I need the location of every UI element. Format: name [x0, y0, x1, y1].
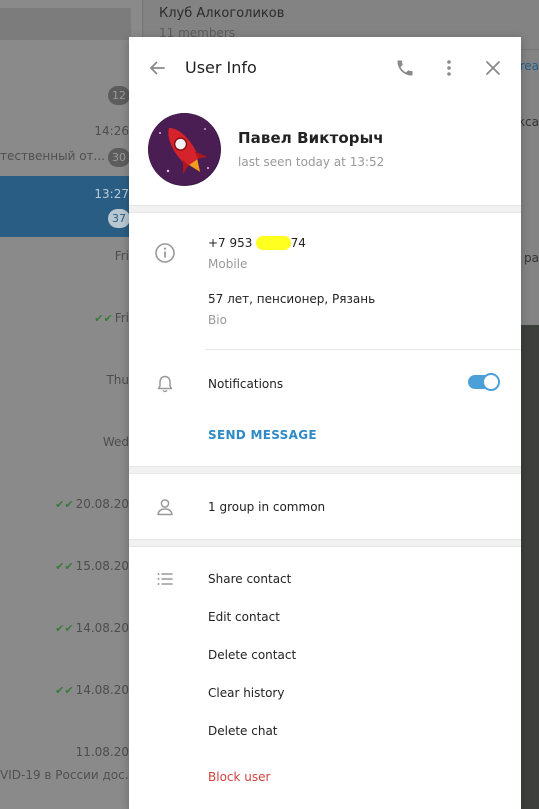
call-button[interactable] — [391, 54, 419, 82]
dialog-titlebar: User Info — [129, 37, 521, 101]
double-check-icon: ✔✔ — [55, 560, 74, 573]
notifications-toggle[interactable] — [468, 373, 500, 391]
close-icon — [486, 61, 500, 75]
groups-in-common-button[interactable]: 1 group in common — [208, 500, 325, 514]
section-separator — [129, 539, 521, 547]
redacted-mark — [256, 236, 291, 250]
section-separator — [129, 466, 521, 474]
double-check-icon: ✔✔ — [55, 684, 74, 697]
chat-snippet: тественный от... — [0, 149, 105, 163]
double-check-icon: ✔✔ — [55, 622, 74, 635]
block-user-button[interactable]: Block user — [208, 770, 270, 784]
chat-time: ✔✔ 14.08.20 — [55, 621, 129, 635]
user-info-dialog: User Info Павел Викторыч last seen today… — [129, 37, 521, 809]
bell-icon — [153, 372, 177, 396]
notifications-label: Notifications — [208, 377, 284, 391]
user-name: Павел Викторыч — [238, 129, 384, 147]
chat-time: Wed — [102, 435, 129, 449]
more-options-button[interactable] — [435, 54, 463, 82]
profile-header: Павел Викторыч last seen today at 13:52 — [129, 101, 521, 205]
double-check-icon: ✔✔ — [55, 498, 74, 511]
dialog-title: User Info — [185, 58, 257, 77]
unread-badge: 30 — [108, 148, 130, 167]
chat-snippet: VID-19 в России дос... — [0, 768, 137, 782]
bio-label: Bio — [208, 313, 227, 327]
send-message-button[interactable]: SEND MESSAGE — [208, 428, 317, 442]
share-contact-button[interactable]: Share contact — [208, 572, 291, 586]
bio-text[interactable]: 57 лет, пенсионер, Рязань — [208, 292, 375, 306]
toggle-knob — [482, 373, 500, 391]
chat-time: ✔✔ 15.08.20 — [55, 559, 129, 573]
chat-time: Thu — [106, 373, 129, 387]
unread-badge: 12 — [108, 86, 130, 105]
chat-time: 11.08.20 — [75, 745, 129, 759]
chat-time: ✔✔ 14.08.20 — [55, 683, 129, 697]
last-seen-status: last seen today at 13:52 — [238, 155, 385, 169]
chat-time: 14:26 — [94, 124, 129, 138]
rocket-avatar-icon — [148, 113, 221, 186]
section-separator — [129, 205, 521, 213]
edit-contact-button[interactable]: Edit contact — [208, 610, 280, 624]
arrow-left-icon — [150, 61, 165, 75]
chat-list-panel: 12 14:26 тественный от... 30 13:27 37 Fr… — [0, 0, 143, 809]
avatar[interactable] — [148, 113, 221, 186]
info-icon — [153, 241, 177, 265]
chat-time: ✔✔ Fri — [94, 311, 129, 325]
peek-text: ра — [524, 251, 539, 265]
delete-contact-button[interactable]: Delete contact — [208, 648, 296, 662]
row-divider — [205, 349, 521, 350]
phone-label: Mobile — [208, 257, 248, 271]
chat-time: ✔✔ 20.08.20 — [55, 497, 129, 511]
list-icon — [153, 567, 177, 591]
user-icon — [153, 495, 177, 519]
back-button[interactable] — [143, 54, 171, 82]
double-check-icon: ✔✔ — [94, 312, 113, 325]
more-vertical-icon — [447, 60, 451, 76]
phone-icon — [397, 60, 413, 76]
peek-text: rea — [519, 59, 539, 73]
message-photo — [521, 325, 539, 809]
chat-time: Fri — [114, 249, 129, 263]
chat-title: Клуб Алкоголиков — [159, 6, 285, 21]
unread-badge: 37 — [108, 209, 130, 228]
clear-history-button[interactable]: Clear history — [208, 686, 284, 700]
search-box[interactable] — [0, 8, 131, 40]
phone-number[interactable]: +7 953 74 — [208, 236, 306, 250]
close-button[interactable] — [479, 54, 507, 82]
delete-chat-button[interactable]: Delete chat — [208, 724, 278, 738]
chat-time: 13:27 — [94, 187, 129, 201]
